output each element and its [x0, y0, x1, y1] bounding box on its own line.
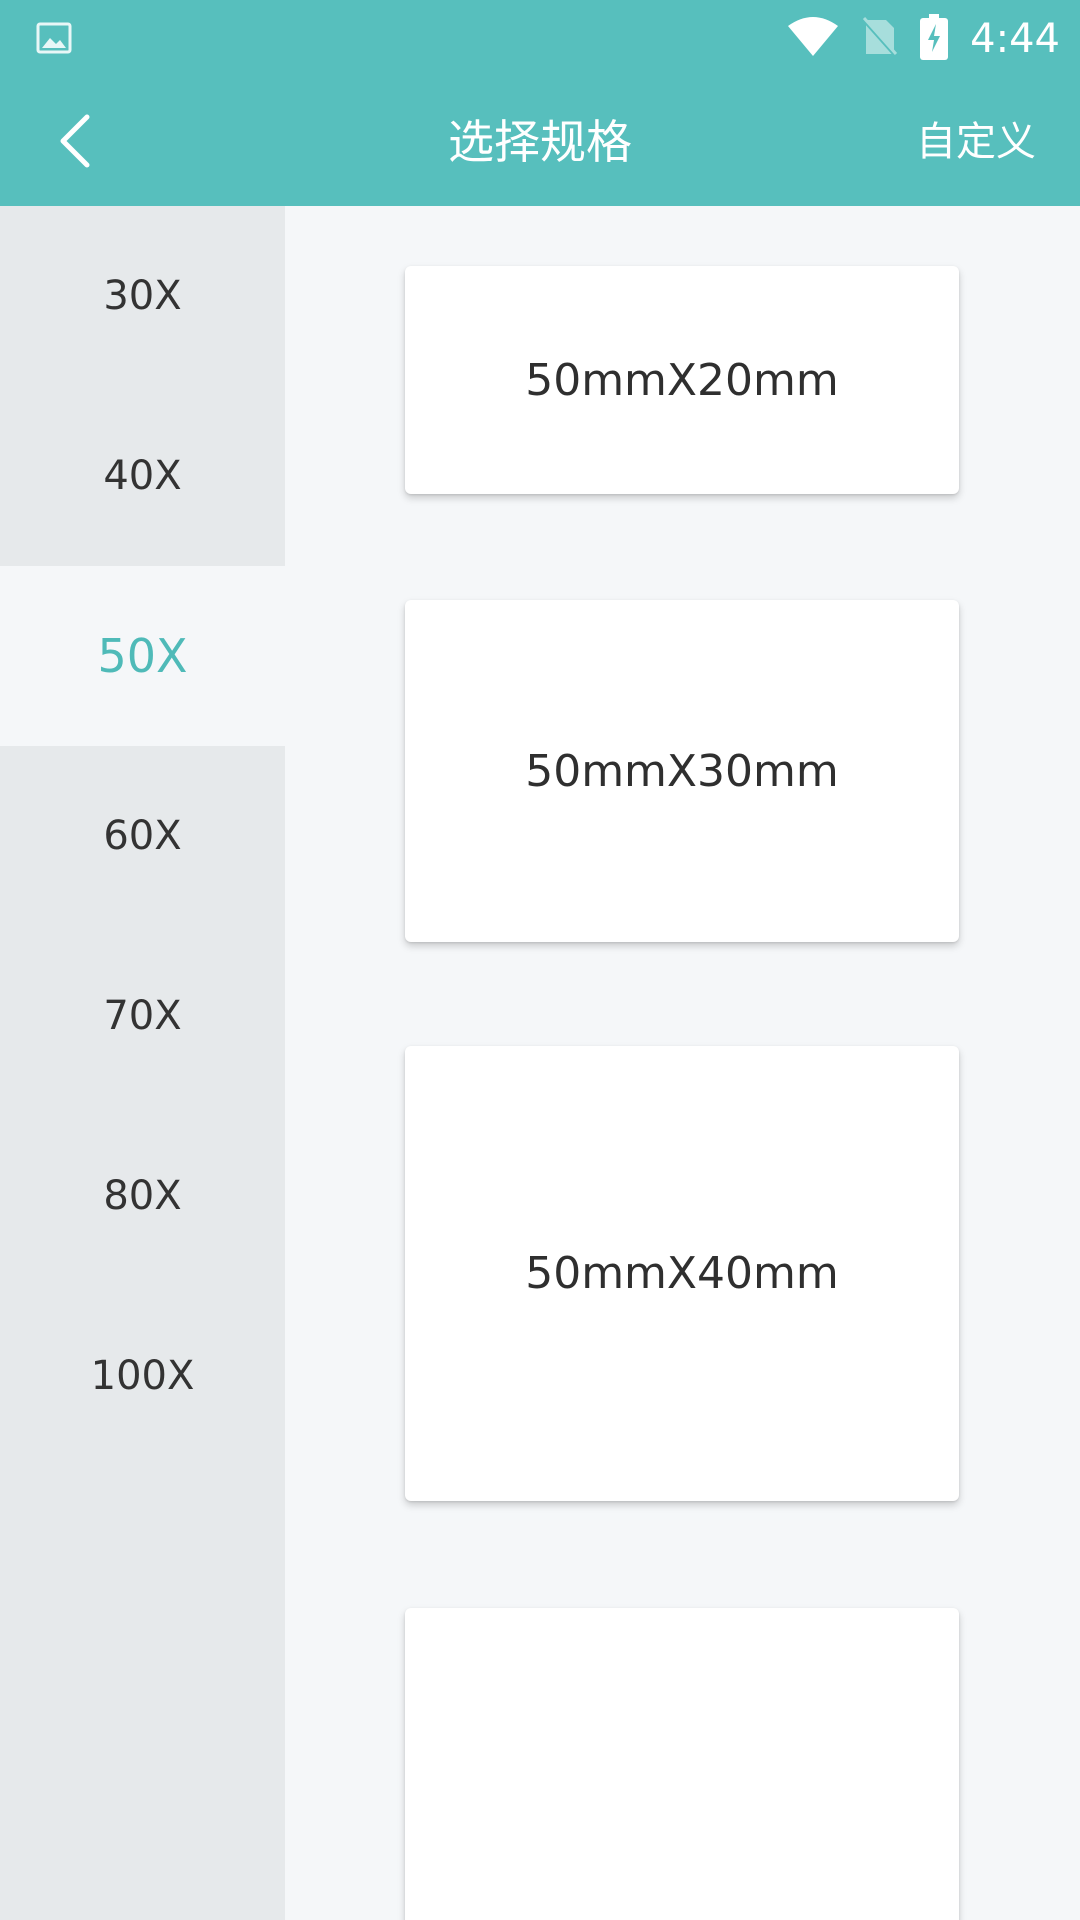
- spec-card-50x40[interactable]: 50mmX40mm: [405, 1046, 959, 1501]
- status-time: 4:44: [970, 16, 1060, 62]
- battery-charging-icon: [920, 14, 949, 64]
- wifi-icon: [786, 16, 840, 62]
- sidebar-item-40x[interactable]: 40X: [0, 386, 285, 566]
- sidebar-item-80x[interactable]: 80X: [0, 1106, 285, 1286]
- sidebar-item-70x[interactable]: 70X: [0, 926, 285, 1106]
- image-icon: [36, 20, 72, 56]
- size-category-sidebar: 30X 40X 50X 60X 70X 80X 100X: [0, 206, 285, 1920]
- spec-card-next[interactable]: [405, 1608, 959, 1920]
- back-button[interactable]: [40, 108, 110, 178]
- spec-card-50x20[interactable]: 50mmX20mm: [405, 266, 959, 494]
- status-bar: 4:44: [0, 0, 1080, 78]
- spec-list: 50mmX20mm 50mmX30mm 50mmX40mm: [285, 206, 1080, 1920]
- custom-button[interactable]: 自定义: [916, 78, 1036, 206]
- no-sim-icon: [862, 16, 898, 62]
- sidebar-item-50x[interactable]: 50X: [0, 566, 285, 746]
- app-bar: 选择规格 自定义: [0, 78, 1080, 206]
- sidebar-item-100x[interactable]: 100X: [0, 1286, 285, 1466]
- back-arrow-icon: [55, 111, 95, 175]
- sidebar-item-60x[interactable]: 60X: [0, 746, 285, 926]
- sidebar-item-30x[interactable]: 30X: [0, 206, 285, 386]
- spec-card-50x30[interactable]: 50mmX30mm: [405, 600, 959, 942]
